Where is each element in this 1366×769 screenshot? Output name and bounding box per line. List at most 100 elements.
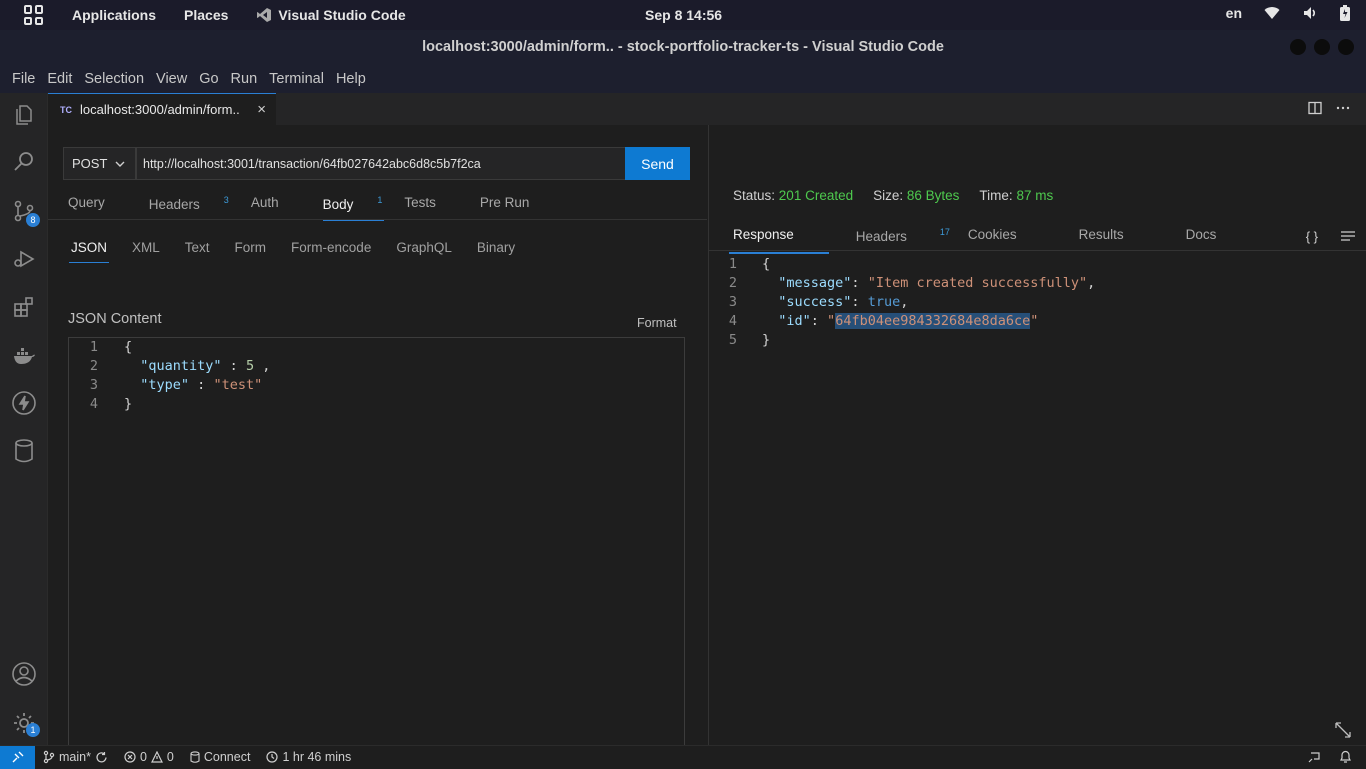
wrap-lines-icon[interactable] — [1340, 229, 1356, 243]
active-app-label: Visual Studio Code — [278, 7, 406, 23]
more-actions-icon[interactable] — [1336, 101, 1350, 115]
tab-tests[interactable]: Tests — [404, 195, 458, 212]
line-number: 2 — [728, 275, 737, 291]
editor-area: TC localhost:3000/admin/form.. × POST ht… — [48, 93, 1366, 751]
applications-menu[interactable]: Applications — [72, 7, 156, 23]
connect-label: Connect — [203, 750, 251, 764]
close-window-button[interactable] — [1338, 39, 1354, 55]
body-tab-form[interactable]: Form — [235, 240, 267, 255]
notifications-bell-icon[interactable] — [1339, 750, 1352, 764]
tab-cookies[interactable]: Cookies — [968, 227, 1048, 244]
line-number: 5 — [728, 332, 737, 348]
json-key: "id" — [778, 313, 811, 329]
braces-icon[interactable]: { } — [1306, 229, 1318, 244]
tab-response-label: Response — [733, 227, 794, 242]
menu-run[interactable]: Run — [225, 71, 264, 87]
body-tab-binary[interactable]: Binary — [477, 240, 515, 255]
menu-file[interactable]: File — [6, 71, 41, 87]
body-tab-text[interactable]: Text — [185, 240, 210, 255]
response-tabs: Response Headers 17 Cookies Results Docs — [729, 227, 1278, 253]
search-icon[interactable] — [10, 148, 38, 176]
tab-body[interactable]: Body 1 — [322, 195, 385, 220]
minimize-button[interactable] — [1290, 39, 1306, 55]
menu-bar: File Edit Selection View Go Run Terminal… — [0, 64, 1366, 93]
code-token: " — [1030, 313, 1039, 329]
clock[interactable]: Sep 8 14:56 — [645, 7, 722, 23]
menu-view[interactable]: View — [150, 71, 193, 87]
code-token: : — [221, 358, 246, 374]
menu-selection[interactable]: Selection — [78, 71, 150, 87]
remote-icon — [12, 751, 23, 763]
tab-pre-run[interactable]: Pre Run — [480, 195, 552, 212]
send-button[interactable]: Send — [625, 147, 690, 180]
close-tab-icon[interactable]: × — [257, 101, 266, 118]
line-number: 1 — [728, 256, 737, 272]
database-icon[interactable] — [10, 437, 38, 465]
code-token: , — [254, 358, 271, 374]
settings-gear-icon[interactable]: 1 — [10, 709, 40, 737]
tab-auth[interactable]: Auth — [251, 195, 301, 212]
tab-headers[interactable]: Headers 3 — [149, 195, 229, 212]
response-actions: { } — [1306, 229, 1356, 244]
tab-auth-label: Auth — [250, 195, 279, 210]
places-menu[interactable]: Places — [184, 7, 228, 23]
maximize-button[interactable] — [1314, 39, 1330, 55]
thunder-client-icon[interactable] — [10, 389, 38, 417]
extensions-icon[interactable] — [10, 293, 38, 321]
url-input[interactable]: http://localhost:3001/transaction/64fb02… — [136, 147, 626, 180]
method-select[interactable]: POST — [63, 147, 136, 180]
response-status-row: Status: 201 Created Size: 86 Bytes Time:… — [733, 188, 1053, 203]
tab-response[interactable]: Response — [729, 227, 829, 253]
problems-indicator[interactable]: 0 0 — [124, 750, 174, 764]
response-headers-count: 17 — [939, 227, 950, 237]
feedback-icon[interactable] — [1307, 750, 1321, 764]
time-tracker[interactable]: 1 hr 46 mins — [266, 750, 351, 764]
tab-query[interactable]: Query — [68, 195, 127, 212]
body-tab-json[interactable]: JSON — [68, 240, 110, 263]
json-value: 5 — [245, 358, 255, 374]
source-control-icon[interactable]: 8 — [10, 197, 40, 227]
code-line: 1 { — [709, 256, 1366, 275]
language-indicator[interactable]: en — [1226, 5, 1242, 21]
tab-label: localhost:3000/admin/form.. — [80, 102, 240, 117]
tab-response-headers[interactable]: Headers 17 — [856, 227, 950, 244]
menu-help[interactable]: Help — [330, 71, 372, 87]
request-pane: POST http://localhost:3001/transaction/6… — [48, 125, 707, 751]
tab-actions — [1308, 101, 1350, 115]
sync-icon[interactable] — [95, 751, 108, 764]
line-number: 3 — [89, 377, 98, 393]
editor-tab-thunder[interactable]: TC localhost:3000/admin/form.. × — [48, 93, 276, 125]
window-controls — [1290, 39, 1354, 55]
volume-icon[interactable] — [1302, 5, 1318, 21]
split-editor-icon[interactable] — [1308, 101, 1322, 115]
status-value: 201 Created — [778, 188, 854, 203]
docker-icon[interactable] — [10, 342, 38, 370]
menu-go[interactable]: Go — [193, 71, 224, 87]
format-button[interactable]: Format — [637, 316, 677, 330]
battery-icon[interactable] — [1340, 5, 1350, 21]
remote-indicator[interactable] — [0, 745, 35, 769]
wifi-icon[interactable] — [1264, 6, 1280, 20]
selected-id-value[interactable]: 64fb04ee984332684e8da6ce — [835, 313, 1031, 329]
menu-edit[interactable]: Edit — [41, 71, 78, 87]
response-pane: Status: 201 Created Size: 86 Bytes Time:… — [708, 125, 1366, 745]
tab-results[interactable]: Results — [1079, 227, 1155, 244]
connect-indicator[interactable]: Connect — [190, 750, 251, 764]
body-tab-form-encode[interactable]: Form-encode — [291, 240, 371, 255]
json-key: "type" — [140, 377, 190, 393]
account-icon[interactable] — [10, 660, 38, 688]
app-grid-icon[interactable] — [24, 5, 44, 25]
expand-icon[interactable] — [1334, 721, 1352, 739]
headers-count: 3 — [223, 195, 229, 205]
line-number: 2 — [89, 358, 98, 374]
active-app[interactable]: Visual Studio Code — [256, 7, 406, 23]
branch-indicator[interactable]: main* — [43, 750, 108, 764]
json-body-editor[interactable]: 1 { 2 "quantity" : 5 , 3 "type" : "test"… — [68, 337, 685, 751]
explorer-icon[interactable] — [10, 101, 38, 129]
status-info: Status: 201 Created — [733, 188, 853, 203]
menu-terminal[interactable]: Terminal — [263, 71, 330, 87]
body-tab-xml[interactable]: XML — [132, 240, 160, 255]
run-debug-icon[interactable] — [10, 245, 38, 273]
tab-docs[interactable]: Docs — [1186, 227, 1248, 244]
body-tab-graphql[interactable]: GraphQL — [396, 240, 452, 255]
